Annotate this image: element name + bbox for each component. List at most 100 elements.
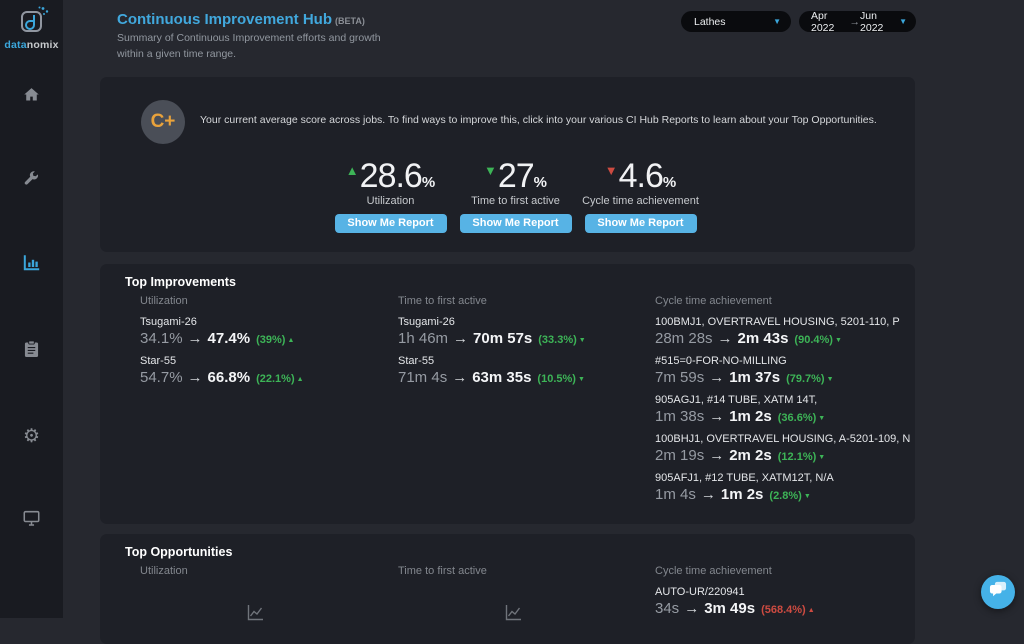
chevron-down-icon: ▼ (899, 17, 907, 26)
entry-job-name: Star-55 (140, 355, 390, 367)
arrow-right-glyph: → (709, 408, 724, 425)
machine-filter-dropdown[interactable]: Lathes ▼ (681, 11, 791, 32)
sidebar-item-jobs[interactable] (0, 331, 63, 371)
entry-to-value: 66.8% (208, 369, 251, 386)
entry-values: 28m 28s→2m 43s(90.4%)▼ (655, 330, 905, 347)
line-chart-icon (398, 603, 628, 627)
top-improvements-panel: Top Improvements Utilization Tsugami-26 34… (100, 264, 915, 524)
sidebar-item-home[interactable] (0, 77, 63, 117)
column-header: Time to first active (398, 565, 648, 577)
entry-job-name: 100BMJ1, OVERTRAVEL HOUSING, 5201-110, P (655, 316, 905, 328)
arrow-right-glyph: → (709, 447, 724, 464)
entry-percent-change: (10.5%) (537, 373, 576, 385)
entry-job-name: Star-55 (398, 355, 648, 367)
metric-entry: 100BHJ1, OVERTRAVEL HOUSING, A-5201-109,… (655, 433, 905, 464)
monitor-icon (23, 510, 40, 532)
datanomix-logo[interactable]: datanomix (0, 5, 63, 51)
grade-badge: C+ (141, 100, 185, 144)
entry-to-value: 1m 37s (729, 369, 780, 386)
entry-percent-change: (12.1%) (778, 451, 817, 463)
entry-to-value: 2m 43s (738, 330, 789, 347)
metric-entry: Star-55 54.7%→66.8%(22.1%)▲ (140, 355, 390, 386)
entry-values: 34s→3m 49s(568.4%)▲ (655, 600, 905, 617)
entry-to-value: 70m 57s (473, 330, 532, 347)
metric-label: Cycle time achievement (578, 195, 703, 207)
metric-entry: 905AGJ1, #14 TUBE, XATM 14T,1m 38s→1m 2s… (655, 394, 905, 425)
arrow-right-glyph: → (188, 330, 203, 347)
metrics-row: ▲ 28.6 % Utilization Show Me Report ▼ 27… (328, 159, 703, 233)
page-subtitle: Summary of Continuous Improvement effort… (117, 31, 407, 63)
trend-triangle-icon: ▼ (484, 164, 497, 177)
date-range-to: Jun 2022 (860, 10, 899, 34)
entry-to-value: 2m 2s (729, 447, 772, 464)
section-title-top-improvements: Top Improvements (125, 275, 236, 289)
date-range-dropdown[interactable]: Apr 2022 → Jun 2022 ▼ (799, 11, 916, 32)
trend-triangle-icon: ▲ (808, 607, 815, 614)
chat-launcher-button[interactable] (981, 575, 1015, 609)
entry-from-value: 2m 19s (655, 447, 704, 464)
entry-from-value: 34.1% (140, 330, 183, 347)
metric-entry: Star-5571m 4s→63m 35s(10.5%)▼ (398, 355, 648, 386)
sidebar-item-reports-active[interactable] (0, 245, 63, 285)
entry-from-value: 1m 38s (655, 408, 704, 425)
entry-to-value: 63m 35s (472, 369, 531, 386)
column-cycle-time-achievement: Cycle time achievement100BMJ1, OVERTRAVE… (655, 295, 905, 511)
metric-value-row: ▼ 4.6 % (578, 159, 703, 193)
entry-from-value: 28m 28s (655, 330, 713, 347)
sidebar-item-displays[interactable] (0, 501, 63, 541)
clipboard-icon (24, 340, 39, 363)
metric-label: Utilization (328, 195, 453, 207)
entry-job-name: Tsugami-26 (398, 316, 648, 328)
metric-entry: #515=0-FOR-NO-MILLING7m 59s→1m 37s(79.7%… (655, 355, 905, 386)
entry-percent-change: (90.4%) (794, 334, 833, 346)
column-utilization: UtilizationTsugami-2634.1%→47.4%(39%)▲St… (140, 295, 390, 394)
metric-utilization: ▲ 28.6 % Utilization Show Me Report (328, 159, 453, 233)
column-header: Utilization (140, 565, 390, 577)
score-description: Your current average score across jobs. … (200, 114, 877, 126)
chat-bubbles-icon (989, 581, 1007, 603)
trend-triangle-icon: ▲ (297, 376, 304, 383)
trend-triangle-icon: ▼ (818, 415, 825, 422)
show-me-report-button[interactable]: Show Me Report (460, 214, 572, 233)
section-title-top-opportunities: Top Opportunities (125, 545, 232, 559)
metric-value: 4.6 (619, 159, 663, 193)
line-chart-icon (140, 603, 370, 627)
date-range-arrow: → (850, 16, 861, 28)
entry-to-value: 1m 2s (721, 486, 764, 503)
entry-to-value: 47.4% (208, 330, 251, 347)
trend-triangle-icon: ▼ (835, 337, 842, 344)
show-me-report-button[interactable]: Show Me Report (335, 214, 447, 233)
metric-entry: Tsugami-2634.1%→47.4%(39%)▲ (140, 316, 390, 347)
bar-chart-icon (23, 254, 41, 276)
sidebar: datanomix ⚙ (0, 0, 63, 618)
chevron-down-icon: ▼ (773, 17, 781, 26)
column-header: Cycle time achievement (655, 565, 905, 577)
home-icon (23, 86, 40, 108)
metric-value: 28.6 (360, 159, 422, 193)
show-me-report-button[interactable]: Show Me Report (585, 214, 697, 233)
beta-badge: (BETA) (335, 16, 365, 26)
trend-triangle-icon: ▼ (804, 493, 811, 500)
sidebar-item-settings[interactable]: ⚙ (0, 416, 63, 456)
metric-value: 27 (498, 159, 534, 193)
arrow-right-glyph: → (453, 330, 468, 347)
trend-triangle-icon: ▼ (579, 337, 586, 344)
entry-job-name: AUTO-UR/220941 (655, 586, 905, 598)
entry-percent-change: (79.7%) (786, 373, 825, 385)
trend-triangle-icon: ▼ (827, 376, 834, 383)
entry-values: 2m 19s→2m 2s(12.1%)▼ (655, 447, 905, 464)
column-header: Utilization (140, 295, 390, 307)
gear-icon: ⚙ (23, 427, 40, 446)
metric-unit: % (422, 174, 435, 191)
entry-values: 7m 59s→1m 37s(79.7%)▼ (655, 369, 905, 386)
column-header: Time to first active (398, 295, 648, 307)
brand-text-nomix: nomix (27, 39, 59, 51)
entry-values: 54.7%→66.8%(22.1%)▲ (140, 369, 390, 386)
metric-value-row: ▲ 28.6 % (328, 159, 453, 193)
entry-from-value: 1m 4s (655, 486, 696, 503)
entry-job-name: 905AGJ1, #14 TUBE, XATM 14T, (655, 394, 905, 406)
entry-percent-change: (568.4%) (761, 604, 806, 616)
sidebar-item-tools[interactable] (0, 161, 63, 201)
metric-unit: % (534, 174, 547, 191)
entry-percent-change: (33.3%) (538, 334, 577, 346)
